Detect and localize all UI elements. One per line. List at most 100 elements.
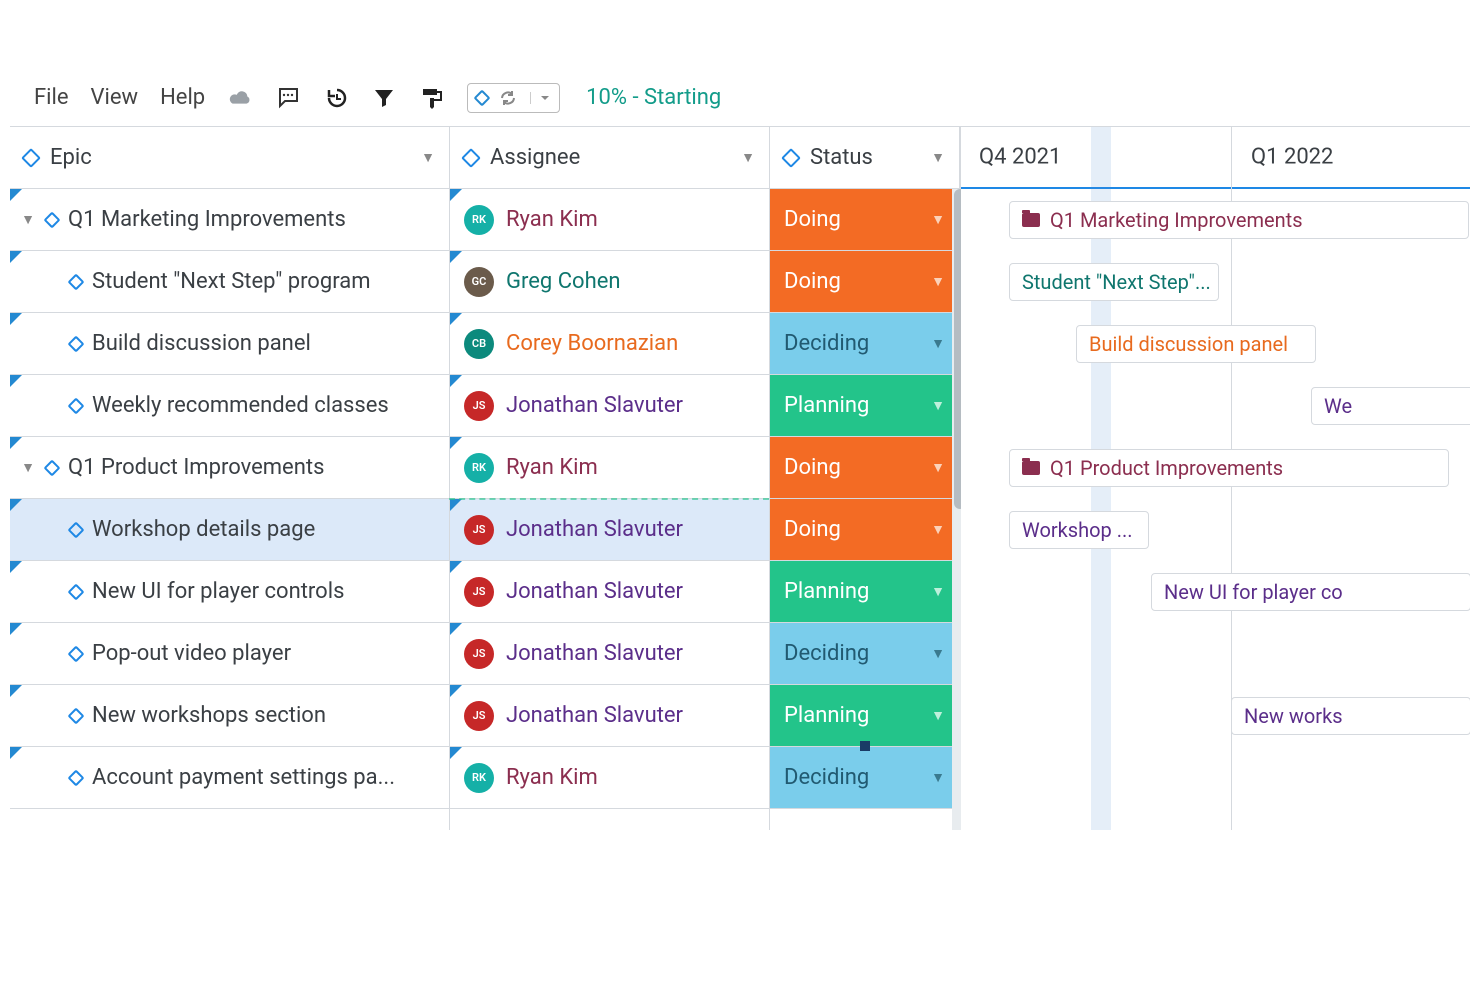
- chevron-down-icon: ▼: [931, 645, 945, 662]
- assignee-cell[interactable]: JSJonathan Slavuter: [450, 561, 769, 623]
- epic-title: Weekly recommended classes: [92, 393, 389, 418]
- column-header-epic[interactable]: Epic ▼: [10, 127, 449, 189]
- diamond-icon: [68, 521, 85, 538]
- status-chip[interactable]: Planning▼: [770, 375, 959, 436]
- timeline-bar[interactable]: Student "Next Step"...: [1009, 263, 1219, 301]
- assignee-cell[interactable]: GCGreg Cohen: [450, 251, 769, 313]
- filter-icon[interactable]: [371, 85, 397, 111]
- status-chip[interactable]: Deciding ▼: [770, 313, 959, 374]
- timeline-row: Q1 Marketing Improvements: [961, 189, 1470, 251]
- diamond-icon: [68, 645, 85, 662]
- assignee-cell[interactable]: RKRyan Kim: [450, 747, 769, 809]
- toolbar: File View Help 10% - Starting: [10, 70, 1470, 126]
- timeline-row: Student "Next Step"...: [961, 251, 1470, 313]
- menu-help[interactable]: Help: [160, 85, 205, 110]
- diamond-icon: [44, 459, 61, 476]
- cloud-sync-icon[interactable]: [227, 85, 253, 111]
- history-icon[interactable]: [323, 85, 349, 111]
- epic-cell[interactable]: ▼Q1 Marketing Improvements: [10, 189, 449, 251]
- status-cell[interactable]: Planning▼: [770, 561, 959, 623]
- status-chip[interactable]: Deciding▼: [770, 747, 959, 808]
- timeline-bar[interactable]: Build discussion panel: [1076, 325, 1316, 363]
- status-cell[interactable]: Doing▼: [770, 189, 959, 251]
- timeline-bar[interactable]: Q1 Product Improvements: [1009, 449, 1449, 487]
- assignee-cell[interactable]: JSJonathan Slavuter: [450, 499, 769, 561]
- assignee-cell[interactable]: JSJonathan Slavuter: [450, 685, 769, 747]
- fill-handle[interactable]: [860, 741, 870, 751]
- status-label: Deciding: [784, 331, 869, 356]
- timeline-bar[interactable]: Q1 Marketing Improvements: [1009, 201, 1469, 239]
- chevron-down-icon: ▼: [931, 273, 945, 290]
- timeline-header[interactable]: Q4 2021 Q1 2022: [961, 127, 1470, 189]
- epic-cell[interactable]: Build discussion panel: [10, 313, 449, 375]
- status-cell[interactable]: Deciding ▼: [770, 313, 959, 375]
- menu-view[interactable]: View: [91, 85, 139, 110]
- menu-file[interactable]: File: [34, 85, 69, 110]
- timeline-quarter: Q1 2022: [1251, 145, 1333, 170]
- timeline-row: [961, 623, 1470, 685]
- column-header-status[interactable]: Status ▼: [770, 127, 959, 189]
- chevron-down-icon: ▼: [931, 335, 945, 352]
- timeline-bar[interactable]: We: [1311, 387, 1470, 425]
- status-cell[interactable]: Planning▼: [770, 685, 959, 747]
- assignee-cell[interactable]: JSJonathan Slavuter: [450, 623, 769, 685]
- assignee-cell[interactable]: RKRyan Kim: [450, 437, 769, 499]
- epic-title: Workshop details page: [92, 517, 315, 542]
- comments-icon[interactable]: [275, 85, 301, 111]
- column-header-label: Assignee: [490, 145, 580, 170]
- status-cell[interactable]: Doing▼: [770, 437, 959, 499]
- status-cell[interactable]: Doing▼: [770, 499, 959, 561]
- progress-status: 10% - Starting: [586, 85, 721, 110]
- epic-cell[interactable]: Workshop details page: [10, 499, 449, 561]
- timeline-bar[interactable]: New works: [1231, 697, 1470, 735]
- epic-title: Q1 Product Improvements: [68, 455, 324, 480]
- epic-title: Q1 Marketing Improvements: [68, 207, 346, 232]
- epic-cell[interactable]: ▼Q1 Product Improvements: [10, 437, 449, 499]
- avatar: RK: [464, 453, 494, 483]
- column-header-assignee[interactable]: Assignee ▼: [450, 127, 769, 189]
- assignee-cell[interactable]: RKRyan Kim: [450, 189, 769, 251]
- epic-cell[interactable]: Student "Next Step" program: [10, 251, 449, 313]
- timeline-bar[interactable]: New UI for player co: [1151, 573, 1470, 611]
- status-cell[interactable]: Doing ▼: [770, 251, 959, 313]
- epic-cell[interactable]: New workshops section: [10, 685, 449, 747]
- status-chip[interactable]: Doing▼: [770, 437, 959, 498]
- epic-title: Student "Next Step" program: [92, 269, 371, 294]
- status-chip[interactable]: Doing ▼: [770, 251, 959, 312]
- diamond-icon: [68, 769, 85, 786]
- timeline-row: Workshop ...: [961, 499, 1470, 561]
- format-painter-icon[interactable]: [419, 85, 445, 111]
- epic-title: New UI for player controls: [92, 579, 344, 604]
- epic-title: Build discussion panel: [92, 331, 311, 356]
- timeline-bar-label: New UI for player co: [1164, 580, 1343, 604]
- status-cell[interactable]: Deciding▼: [770, 623, 959, 685]
- epic-cell[interactable]: Weekly recommended classes: [10, 375, 449, 437]
- epic-title: Account payment settings pa...: [92, 765, 395, 790]
- timeline-row: New works: [961, 685, 1470, 747]
- column-header-label: Status: [810, 145, 873, 170]
- status-chip[interactable]: Planning▼: [770, 685, 959, 746]
- epic-cell[interactable]: Account payment settings pa...: [10, 747, 449, 809]
- sync-dropdown[interactable]: [467, 83, 560, 113]
- chevron-down-icon: ▼: [931, 149, 945, 166]
- status-chip[interactable]: Deciding▼: [770, 623, 959, 684]
- epic-cell[interactable]: New UI for player controls: [10, 561, 449, 623]
- diamond-icon: [68, 273, 85, 290]
- epic-cell[interactable]: Pop-out video player: [10, 623, 449, 685]
- diamond-icon: [781, 148, 801, 168]
- status-chip[interactable]: Planning▼: [770, 561, 959, 622]
- status-label: Planning: [784, 579, 869, 604]
- status-cell[interactable]: Deciding▼: [770, 747, 959, 809]
- status-chip[interactable]: Doing▼: [770, 499, 959, 560]
- chevron-down-icon: ▼: [931, 521, 945, 538]
- folder-icon: [1022, 461, 1040, 475]
- status-chip[interactable]: Doing▼: [770, 189, 959, 250]
- status-label: Doing: [784, 269, 841, 294]
- status-cell[interactable]: Planning▼: [770, 375, 959, 437]
- assignee-cell[interactable]: CBCorey Boornazian: [450, 313, 769, 375]
- assignee-cell[interactable]: JSJonathan Slavuter: [450, 375, 769, 437]
- assignee-name: Jonathan Slavuter: [506, 579, 683, 604]
- folder-icon: [1022, 213, 1040, 227]
- assignee-name: Jonathan Slavuter: [506, 641, 683, 666]
- timeline-bar[interactable]: Workshop ...: [1009, 511, 1149, 549]
